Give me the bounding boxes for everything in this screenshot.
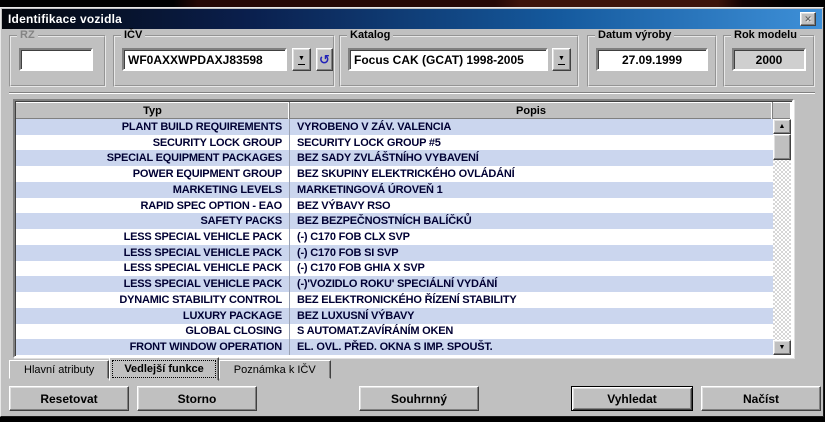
katalog-groupbox: Katalog ▼ <box>339 35 579 87</box>
vehicle-identification-dialog: Identifikace vozidla ✕ RZ IČV ▼ ↺ Katalo… <box>0 7 824 417</box>
table-body: PLANT BUILD REQUIREMENTSVYROBENO V ZÁV. … <box>16 119 773 355</box>
cell-popis: (-)'VOZIDLO ROKU' SPECIÁLNÍ VYDÁNÍ <box>290 276 773 292</box>
table-row[interactable]: POWER EQUIPMENT GROUPBEZ SKUPINY ELEKTRI… <box>16 166 773 182</box>
cell-popis: (-) C170 FOB GHIA X SVP <box>290 261 773 277</box>
cell-typ: POWER EQUIPMENT GROUP <box>16 166 290 182</box>
icv-undo-button[interactable]: ↺ <box>316 48 333 71</box>
table-row[interactable]: LESS SPECIAL VEHICLE PACK(-)'VOZIDLO ROK… <box>16 276 773 292</box>
cell-popis: BEZ VÝBAVY RSO <box>290 198 773 214</box>
cell-popis: MARKETINGOVÁ ÚROVEŇ 1 <box>290 182 773 198</box>
column-header-typ[interactable]: Typ <box>16 102 290 119</box>
cell-popis: BEZ SADY ZVLÁŠTNÍHO VYBAVENÍ <box>290 150 773 166</box>
souhrnny-button[interactable]: Souhrnný <box>359 386 479 411</box>
tab-poznamka-k-icv[interactable]: Poznámka k IČV <box>219 360 331 379</box>
table-row[interactable]: MARKETING LEVELSMARKETINGOVÁ ÚROVEŇ 1 <box>16 182 773 198</box>
cell-popis: BEZ BEZPEČNOSTNÍCH BALÍČKŮ <box>290 213 773 229</box>
table-row[interactable]: LUXURY PACKAGEBEZ LUXUSNÍ VÝBAVY <box>16 308 773 324</box>
table-header: Typ Popis <box>16 102 791 119</box>
katalog-dropdown-button[interactable]: ▼ <box>552 48 571 71</box>
tab-hlavni-atributy[interactable]: Hlavní atributy <box>9 360 109 379</box>
icv-label: IČV <box>121 29 145 41</box>
window-title: Identifikace vozidla <box>2 12 122 26</box>
undo-icon: ↺ <box>319 53 330 66</box>
katalog-label: Katalog <box>347 29 393 41</box>
cell-popis: BEZ ELEKTRONICKÉHO ŘÍZENÍ STABILITY <box>290 292 773 308</box>
cell-popis: (-) C170 FOB SI SVP <box>290 245 773 261</box>
chevron-down-icon: ▼ <box>558 55 565 65</box>
cell-typ: DYNAMIC STABILITY CONTROL <box>16 292 290 308</box>
datum-vyroby-input[interactable] <box>596 48 708 71</box>
rok-modelu-label: Rok modelu <box>731 29 800 41</box>
datum-vyroby-label: Datum výroby <box>595 29 674 41</box>
table-row[interactable]: RAPID SPEC OPTION - EAOBEZ VÝBAVY RSO <box>16 198 773 214</box>
cell-typ: LESS SPECIAL VEHICLE PACK <box>16 229 290 245</box>
table-row[interactable]: LESS SPECIAL VEHICLE PACK(-) C170 FOB GH… <box>16 261 773 277</box>
table-row[interactable]: DYNAMIC STABILITY CONTROLBEZ ELEKTRONICK… <box>16 292 773 308</box>
cell-typ: SPECIAL EQUIPMENT PACKAGES <box>16 150 290 166</box>
cell-popis: S AUTOMAT.ZAVÍRÁNÍM OKEN <box>290 324 773 340</box>
datum-vyroby-groupbox: Datum výroby <box>587 35 717 87</box>
rz-groupbox: RZ <box>9 35 106 87</box>
cell-popis: (-) C170 FOB CLX SVP <box>290 229 773 245</box>
table-row[interactable]: SECURITY LOCK GROUPSECURITY LOCK GROUP #… <box>16 135 773 151</box>
scroll-up-icon[interactable]: ▲ <box>773 119 791 134</box>
table-row[interactable]: LESS SPECIAL VEHICLE PACK(-) C170 FOB SI… <box>16 245 773 261</box>
table-row[interactable]: SPECIAL EQUIPMENT PACKAGESBEZ SADY ZVLÁŠ… <box>16 150 773 166</box>
cell-popis: BEZ LUXUSNÍ VÝBAVY <box>290 308 773 324</box>
cell-typ: PLANT BUILD REQUIREMENTS <box>16 119 290 135</box>
background-strip <box>0 0 825 7</box>
cell-typ: GLOBAL CLOSING <box>16 324 290 340</box>
rz-input[interactable] <box>19 48 93 71</box>
title-bar[interactable]: Identifikace vozidla ✕ <box>2 9 822 29</box>
nacist-button[interactable]: Načíst <box>701 386 821 411</box>
table-row[interactable]: LESS SPECIAL VEHICLE PACK(-) C170 FOB CL… <box>16 229 773 245</box>
scrollbar-thumb[interactable] <box>773 134 791 160</box>
table-row[interactable]: PLANT BUILD REQUIREMENTSVYROBENO V ZÁV. … <box>16 119 773 135</box>
cell-typ: SAFETY PACKS <box>16 213 290 229</box>
cell-popis: BEZ SKUPINY ELEKTRICKÉHO OVLÁDÁNÍ <box>290 166 773 182</box>
vyhledat-button[interactable]: Vyhledat <box>571 386 693 411</box>
column-header-popis[interactable]: Popis <box>290 102 773 119</box>
table-row[interactable]: GLOBAL CLOSINGS AUTOMAT.ZAVÍRÁNÍM OKEN <box>16 324 773 340</box>
table-row[interactable]: FRONT WINDOW OPERATIONEL. OVL. PŘED. OKN… <box>16 339 773 355</box>
rok-modelu-groupbox: Rok modelu 2000 <box>723 35 815 87</box>
rok-modelu-value: 2000 <box>732 48 806 71</box>
cell-typ: LUXURY PACKAGE <box>16 308 290 324</box>
cell-typ: FRONT WINDOW OPERATION <box>16 339 290 355</box>
vertical-scrollbar[interactable]: ▲ ▼ <box>773 119 791 355</box>
resetovat-button[interactable]: Resetovat <box>9 386 129 411</box>
column-header-stub <box>773 102 791 119</box>
cell-typ: SECURITY LOCK GROUP <box>16 135 290 151</box>
cell-typ: LESS SPECIAL VEHICLE PACK <box>16 276 290 292</box>
tab-vedlejsi-funkce[interactable]: Vedlejší funkce <box>109 357 218 381</box>
tab-bar: Hlavní atributy Vedlejší funkce Poznámka… <box>9 357 331 381</box>
chevron-down-icon: ▼ <box>298 55 305 65</box>
rz-label: RZ <box>17 29 38 41</box>
cell-typ: MARKETING LEVELS <box>16 182 290 198</box>
horizontal-separator <box>9 92 815 94</box>
icv-input[interactable] <box>122 48 287 71</box>
cell-popis: SECURITY LOCK GROUP #5 <box>290 135 773 151</box>
attributes-table: Typ Popis PLANT BUILD REQUIREMENTSVYROBE… <box>13 99 794 358</box>
icv-dropdown-button[interactable]: ▼ <box>292 48 311 71</box>
close-icon[interactable]: ✕ <box>800 12 816 26</box>
cell-popis: EL. OVL. PŘED. OKNA S IMP. SPOUŠT. <box>290 339 773 355</box>
table-row[interactable]: SAFETY PACKSBEZ BEZPEČNOSTNÍCH BALÍČKŮ <box>16 213 773 229</box>
icv-groupbox: IČV ▼ ↺ <box>113 35 335 87</box>
scroll-down-icon[interactable]: ▼ <box>773 340 791 355</box>
cell-typ: LESS SPECIAL VEHICLE PACK <box>16 261 290 277</box>
storno-button[interactable]: Storno <box>137 386 257 411</box>
cell-typ: RAPID SPEC OPTION - EAO <box>16 198 290 214</box>
katalog-input[interactable] <box>348 48 548 71</box>
cell-typ: LESS SPECIAL VEHICLE PACK <box>16 245 290 261</box>
cell-popis: VYROBENO V ZÁV. VALENCIA <box>290 119 773 135</box>
scrollbar-track[interactable] <box>773 160 791 340</box>
